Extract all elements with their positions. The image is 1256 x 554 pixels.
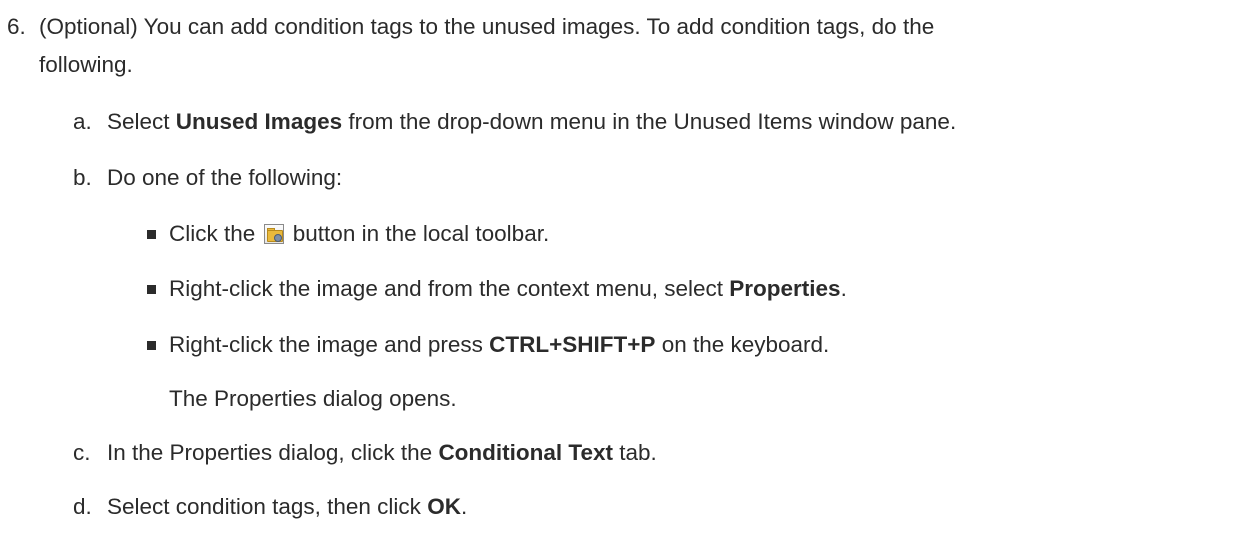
bullet-marker bbox=[147, 341, 156, 350]
bullet-1-pre: Click the bbox=[169, 221, 262, 246]
substep-a-pre: Select bbox=[107, 109, 176, 134]
substep-d-post: . bbox=[460, 494, 468, 519]
bullet-3-pre: Right-click the image and press bbox=[169, 332, 490, 357]
bullet-3-post: on the keyboard. bbox=[655, 332, 830, 357]
bullet-item: Click the button in the local toolbar. bbox=[169, 219, 549, 249]
bullet-marker bbox=[147, 230, 156, 239]
bullet-2-post: . bbox=[840, 276, 847, 301]
substep-a-bold: Unused Images bbox=[175, 109, 343, 134]
substep-b-marker: b. bbox=[73, 165, 92, 190]
substep-d-pre: Select condition tags, then click bbox=[107, 494, 428, 519]
bullet-2-pre: Right-click the image and from the conte… bbox=[169, 276, 730, 301]
bullet-1-post: button in the local toolbar. bbox=[286, 221, 550, 246]
bullet-3-bold: CTRL+SHIFT+P bbox=[489, 332, 656, 357]
bullet-marker bbox=[147, 285, 156, 294]
step-number: 6. bbox=[7, 14, 26, 39]
substep-a-text: Select Unused Images from the drop-down … bbox=[107, 107, 956, 137]
substep-c-bold: Conditional Text bbox=[438, 440, 614, 465]
substep-c-marker: c. bbox=[73, 440, 91, 465]
bullet-2-bold: Properties bbox=[729, 276, 841, 301]
substep-c-text: In the Properties dialog, click the Cond… bbox=[107, 438, 657, 468]
bullet-item: Right-click the image and from the conte… bbox=[169, 274, 847, 304]
substep-d-bold: OK bbox=[427, 494, 461, 519]
substep-d-text: Select condition tags, then click OK. bbox=[107, 492, 467, 522]
substep-b-text: Do one of the following: bbox=[107, 165, 343, 190]
bullet-item: Right-click the image and press CTRL+SHI… bbox=[169, 330, 829, 360]
substep-a-post: from the drop-down menu in the Unused It… bbox=[342, 109, 957, 134]
substep-d-marker: d. bbox=[73, 494, 92, 519]
document-body: 6. (Optional) You can add condition tags… bbox=[0, 0, 1256, 554]
step-text-line2: following. bbox=[39, 52, 133, 77]
folder-gear-icon bbox=[263, 224, 284, 244]
step-text-line1: (Optional) You can add condition tags to… bbox=[39, 14, 935, 39]
substep-a-marker: a. bbox=[73, 109, 92, 134]
substep-b-result: The Properties dialog opens. bbox=[169, 386, 457, 411]
substep-c-pre: In the Properties dialog, click the bbox=[107, 440, 439, 465]
substep-c-post: tab. bbox=[613, 440, 657, 465]
